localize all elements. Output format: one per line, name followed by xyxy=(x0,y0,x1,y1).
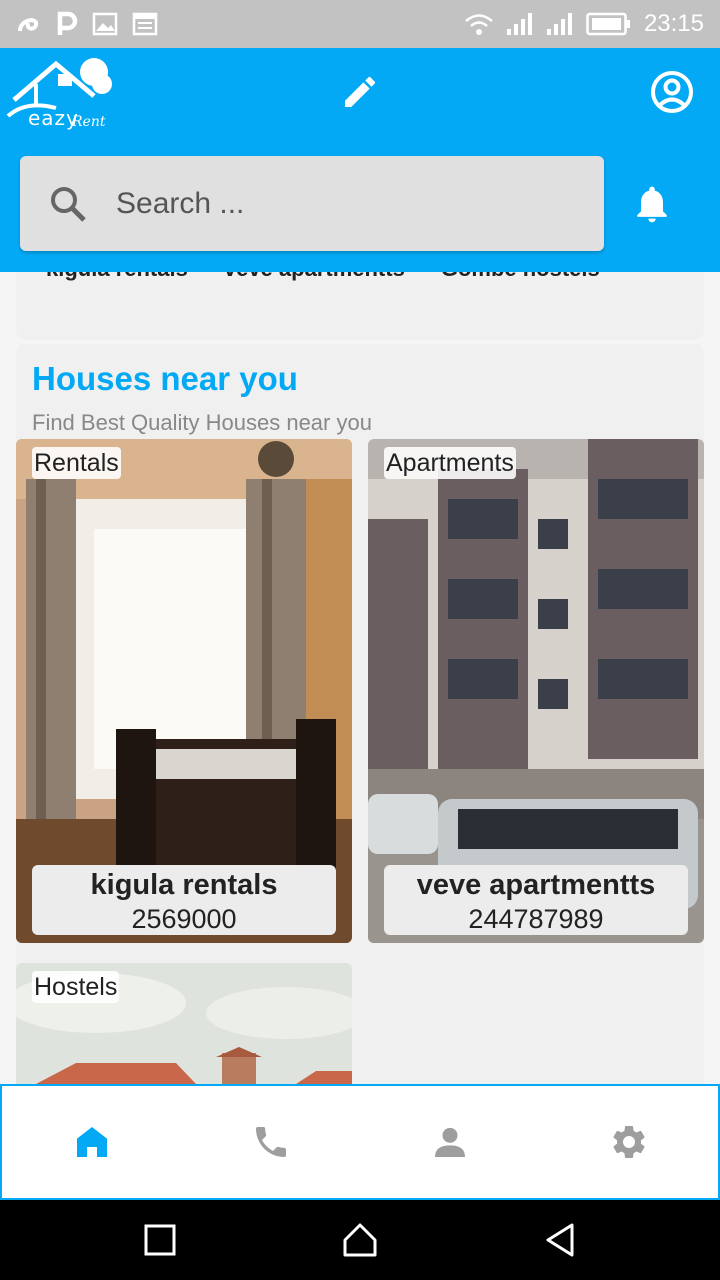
house-name: veve apartmentts xyxy=(416,869,656,901)
account-button[interactable] xyxy=(648,68,696,116)
edit-button[interactable] xyxy=(338,70,382,114)
house-phone: 244787989 xyxy=(468,904,604,934)
phone-icon xyxy=(255,1127,286,1157)
bottom-nav xyxy=(0,1084,720,1200)
house-card[interactable]: Hostels xyxy=(16,963,352,1084)
nav-home[interactable] xyxy=(2,1086,181,1198)
pencil-icon xyxy=(345,76,376,107)
wifi-icon xyxy=(465,14,493,35)
recents-icon[interactable] xyxy=(140,1220,180,1260)
nav-phone[interactable] xyxy=(181,1086,360,1198)
swirl-icon xyxy=(18,18,39,32)
signal-icon xyxy=(546,13,572,35)
status-bar: 23:15 xyxy=(0,0,720,48)
app-bar: eazy Rent Search ... xyxy=(0,48,720,272)
clock: 23:15 xyxy=(643,10,704,37)
house-phone: 2569000 xyxy=(131,904,237,934)
logo-text-rent: Rent xyxy=(72,114,106,130)
strip-item[interactable]: veve apartmentts xyxy=(224,272,405,282)
house-info: veve apartmentts 244787989 xyxy=(384,865,688,935)
house-card[interactable]: Rentals kigula rentals 2569000 xyxy=(16,439,352,943)
calendar-icon xyxy=(132,12,158,36)
bell-icon xyxy=(637,186,667,223)
image-icon xyxy=(92,12,118,36)
account-circle-icon xyxy=(651,71,693,113)
section-title: Houses near you xyxy=(32,360,298,397)
strip-item[interactable]: Gombe hostels xyxy=(441,272,600,282)
home-outline-icon[interactable] xyxy=(340,1220,380,1260)
section-subtitle: Find Best Quality Houses near you xyxy=(32,410,372,435)
notifications-button[interactable] xyxy=(630,182,674,226)
nav-settings[interactable] xyxy=(539,1086,718,1198)
system-nav-bar xyxy=(0,1200,720,1280)
battery-icon xyxy=(586,12,630,36)
house-name: kigula rentals xyxy=(90,869,278,901)
parking-icon xyxy=(57,11,78,35)
settings-icon xyxy=(612,1126,645,1158)
app-logo: eazy Rent xyxy=(6,50,116,134)
home-icon xyxy=(76,1127,107,1157)
strip-item[interactable]: kigula rentals xyxy=(46,272,188,282)
top-houses-strip: kigula rentals veve apartmentts Gombe ho… xyxy=(16,272,704,340)
category-label: Hostels xyxy=(32,971,120,1003)
house-info: kigula rentals 2569000 xyxy=(32,865,336,935)
search-placeholder: Search ... xyxy=(116,186,245,220)
nav-profile[interactable] xyxy=(360,1086,539,1198)
category-label: Rentals xyxy=(32,447,121,479)
person-icon xyxy=(434,1127,465,1157)
signal-icon xyxy=(506,13,532,35)
back-icon[interactable] xyxy=(540,1220,580,1260)
house-card[interactable]: Apartments veve apartmentts 244787989 xyxy=(368,439,704,943)
category-label: Apartments xyxy=(384,447,516,479)
search-icon xyxy=(51,186,86,222)
search-input[interactable]: Search ... xyxy=(20,156,604,251)
